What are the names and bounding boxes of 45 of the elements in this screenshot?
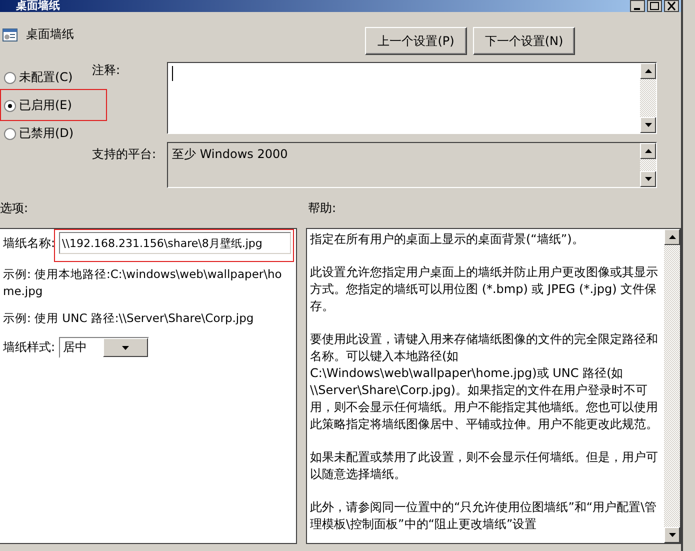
radio-button[interactable] — [4, 128, 16, 140]
down-arrow-icon — [644, 177, 652, 181]
scroll-up-button[interactable] — [640, 63, 656, 79]
down-arrow-icon — [644, 123, 652, 127]
example-text: 示例: 使用 UNC 路径:\\Server\Share\Corp.jpg — [3, 310, 255, 327]
window-title: 桌面墙纸 — [15, 0, 60, 12]
close-icon[interactable] — [664, 0, 679, 12]
scroll-down-button[interactable] — [664, 527, 680, 543]
help-paragraph: 此设置允许您指定用户桌面上的墙纸并防止用户更改图像或其显示方式。您指定的墙纸可以用位图 (*.bmp) 或 JPEG (*.jpg) 文件保存。 — [310, 264, 659, 315]
scroll-down-button[interactable] — [640, 171, 656, 187]
radio-label[interactable]: 已禁用(D) — [19, 125, 74, 142]
maximize-icon[interactable] — [647, 0, 662, 12]
minimize-icon[interactable] — [630, 0, 645, 12]
radio-label[interactable]: 未配置(C) — [19, 69, 73, 86]
help-paragraph: 要使用此设置，请键入用来存储墙纸图像的文件的完全限定路径和名称。可以键入本地路径(如 C:\Windows\web\wallpaper\home.jpg)或 UNC 路径(如 \\Server\Share\Corp.jpg)。如果指定的文件在用户登录时不可用，则不会显示任何墙纸。用户不能指定其他墙纸。您也可以使用此策略指定将墙纸图像居中、平铺或拉伸。用户不能更改此规范。 — [310, 331, 659, 433]
radio-button[interactable] — [4, 100, 16, 112]
options-label: 选项: — [0, 200, 30, 216]
down-arrow-icon — [668, 533, 676, 537]
platform-value: 至少 Windows 2000 — [172, 147, 288, 161]
nav-button[interactable]: 下一个设置(N) — [473, 27, 575, 55]
up-arrow-icon — [644, 69, 652, 73]
help-paragraph: 指定在所有用户的桌面上显示的桌面背景(“墙纸”)。 — [310, 231, 585, 248]
comment-label: 注释: — [92, 62, 122, 79]
radio-button[interactable] — [4, 72, 16, 84]
platform-label: 支持的平台: — [92, 146, 158, 163]
wallpaper-style-label: 墙纸样式: — [3, 339, 56, 356]
up-arrow-icon — [668, 235, 676, 239]
wallpaper-name-label: 墙纸名称: — [3, 234, 56, 252]
policy-icon — [2, 26, 18, 42]
example-text: 示例: 使用本地路径:C:\windows\web\wallpaper\home.jpg — [3, 266, 283, 300]
scrollbar-track — [640, 159, 656, 171]
policy-title: 桌面墙纸 — [26, 26, 74, 43]
scroll-down-button[interactable] — [640, 117, 656, 133]
nav-button[interactable]: 上一个设置(P) — [365, 27, 467, 55]
caret-icon — [122, 346, 130, 350]
scroll-up-button[interactable] — [640, 143, 656, 159]
comment-field[interactable] — [167, 62, 657, 134]
wallpaper-name-field[interactable]: \\192.168.231.156\share\8月壁纸.jpg — [59, 232, 292, 254]
help-paragraph: 如果未配置或禁用了此设置，则不会显示任何墙纸。但是，用户可以随意选择墙纸。 — [310, 449, 659, 483]
up-arrow-icon — [644, 149, 652, 153]
radio-label[interactable]: 已启用(E) — [19, 97, 72, 114]
scroll-up-button[interactable] — [664, 229, 680, 245]
help-label: 帮助: — [308, 200, 336, 216]
help-paragraph: 此外，请参阅同一位置中的“只允许使用位图墙纸”和“用户配置\管理模板\控制面板”中的“阻止更改墙纸”设置 — [310, 499, 658, 533]
wallpaper-style-dropdown[interactable]: 居中 — [59, 337, 150, 358]
